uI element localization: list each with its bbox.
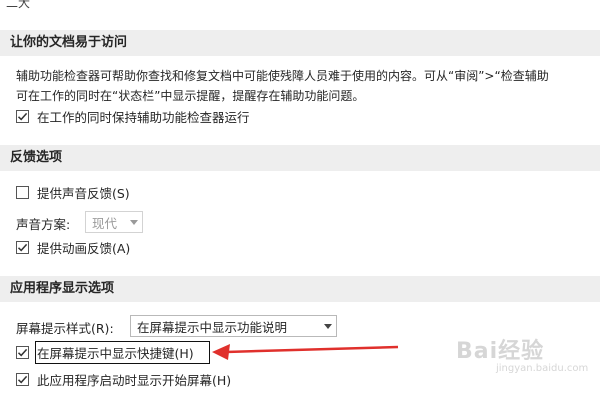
baidu-watermark: Bai经验 jingyan.baidu.com (456, 339, 589, 374)
options-page: 二大 让你的文档易于访问 辅助功能检查器可帮助你查找和修复文档中可能使残障人员难… (0, 0, 600, 400)
